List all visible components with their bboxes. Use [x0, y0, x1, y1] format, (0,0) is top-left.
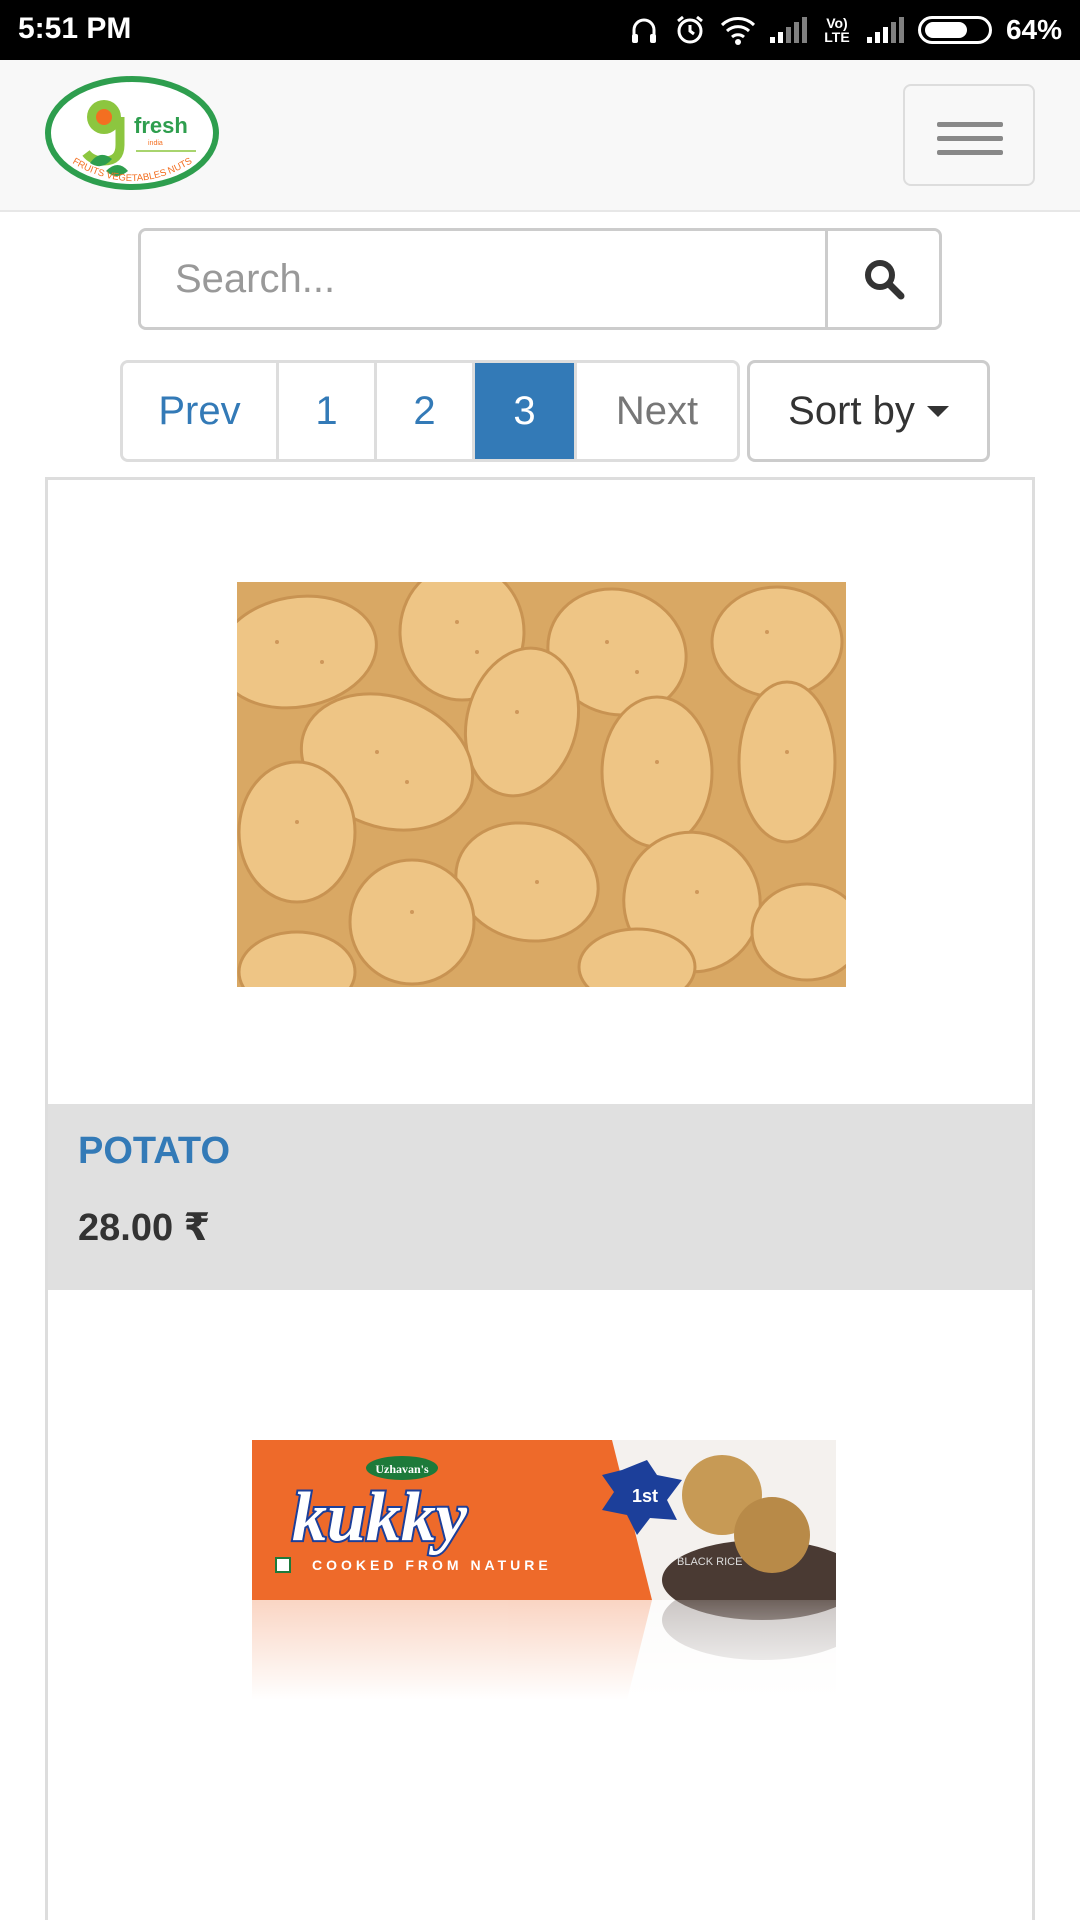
status-time: 5:51 PM: [18, 12, 132, 45]
svg-text:COOKED FROM NATURE: COOKED FROM NATURE: [312, 1557, 552, 1573]
product-card[interactable]: 1st Uzhavan's kukky COOKED FROM NATURE B…: [48, 1290, 1032, 1914]
svg-text:BLACK RICE: BLACK RICE: [677, 1556, 742, 1568]
sort-by-label: Sort by: [788, 388, 915, 433]
product-image-area: 1st Uzhavan's kukky COOKED FROM NATURE B…: [48, 1290, 1032, 1914]
product-name[interactable]: POTATO: [78, 1130, 1002, 1173]
hamburger-icon: [937, 122, 1003, 127]
caret-down-icon: [926, 405, 949, 417]
alarm-icon: [677, 15, 703, 44]
search-input[interactable]: [141, 231, 825, 327]
pagination-prev[interactable]: Prev: [123, 363, 279, 459]
svg-text:1st: 1st: [632, 1486, 658, 1506]
product-list: POTATO 28.00 ₹ 1st Uzhavan's kukky COOKE…: [45, 477, 1035, 1920]
pagination: Prev 1 2 3 Next: [120, 360, 740, 462]
sort-by-dropdown[interactable]: Sort by: [747, 360, 990, 462]
wifi-icon: [720, 17, 755, 45]
status-bar: 5:51 PM Vo) LTE 64%: [0, 0, 1080, 60]
volte-indicator: Vo) LTE: [824, 15, 850, 45]
menu-toggle-button[interactable]: [903, 84, 1035, 186]
product-info: POTATO 28.00 ₹: [48, 1104, 1032, 1290]
navbar: fresh india FRUITS VEGETABLES NUTS: [0, 60, 1080, 212]
logo-brand-text: fresh: [134, 113, 188, 138]
battery-percent: 64%: [1005, 14, 1062, 45]
product-price: 28.00 ₹: [78, 1207, 211, 1249]
pagination-next[interactable]: Next: [577, 363, 737, 459]
pagination-page-2[interactable]: 2: [377, 363, 475, 459]
svg-text:india: india: [148, 140, 163, 147]
product-card[interactable]: POTATO 28.00 ₹: [48, 480, 1032, 1290]
kukky-product-image[interactable]: 1st Uzhavan's kukky COOKED FROM NATURE B…: [252, 1440, 862, 1760]
status-icons: Vo) LTE 64%: [628, 10, 1062, 50]
potato-image[interactable]: [237, 582, 846, 987]
product-image-area: [48, 480, 1032, 1104]
kukky-brand-text: kukky: [292, 1479, 468, 1556]
gfresh-logo[interactable]: fresh india FRUITS VEGETABLES NUTS: [44, 75, 220, 197]
signal-icon-2: [866, 17, 904, 43]
battery-icon: [917, 16, 992, 44]
signal-icon: [769, 17, 807, 43]
headset-icon: [631, 18, 656, 43]
svg-text:Uzhavan's: Uzhavan's: [375, 1462, 429, 1476]
logo-graphic: fresh india FRUITS VEGETABLES NUTS: [45, 76, 219, 190]
pagination-page-3-active[interactable]: 3: [475, 363, 577, 459]
pagination-page-1[interactable]: 1: [279, 363, 377, 459]
search-icon: [864, 260, 904, 300]
search-button[interactable]: [825, 231, 939, 327]
search-form: [138, 228, 942, 330]
